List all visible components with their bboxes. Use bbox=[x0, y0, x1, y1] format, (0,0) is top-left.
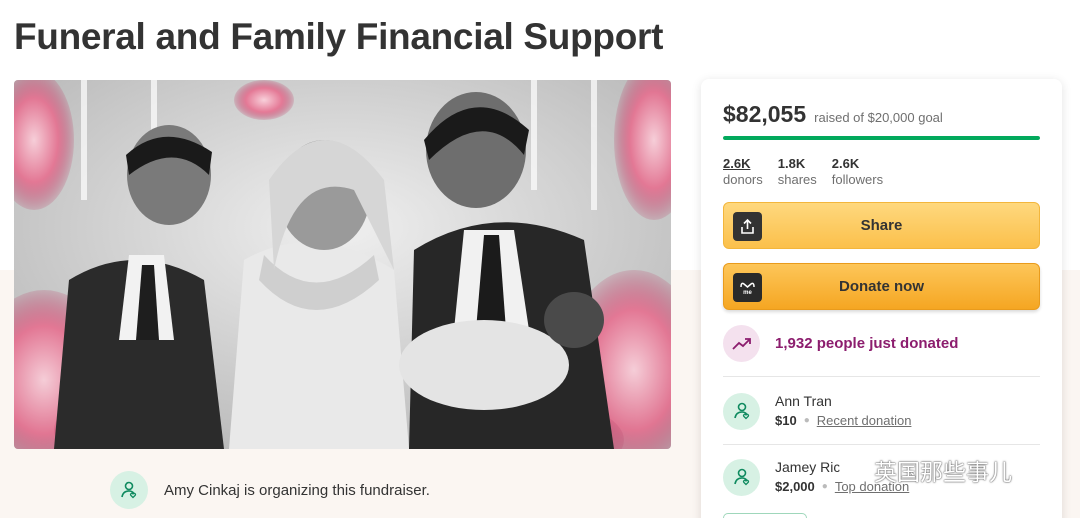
wechat-icon bbox=[839, 459, 867, 481]
separator-dot: ● bbox=[803, 415, 810, 426]
donor-avatar-icon bbox=[723, 458, 760, 496]
see-all-button[interactable] bbox=[723, 513, 807, 518]
stat-donors-label: donors bbox=[723, 172, 763, 187]
gofundme-logo-icon: me bbox=[733, 273, 762, 302]
user-heart-icon bbox=[121, 481, 137, 499]
stats-row: 2.6K donors 1.8K shares 2.6K followers bbox=[723, 156, 883, 188]
donate-now-button[interactable]: me Donate now bbox=[723, 263, 1040, 310]
watermark: 英国那些事儿 bbox=[838, 453, 1012, 487]
organizer-row: Amy Cinkaj is organizing this fundraiser… bbox=[110, 471, 430, 509]
stat-followers-label: followers bbox=[831, 172, 884, 187]
campaign-photo bbox=[14, 80, 671, 449]
share-icon bbox=[733, 212, 762, 241]
amount-row: $82,055 raised of $20,000 goal bbox=[723, 101, 943, 128]
stat-shares: 1.8K shares bbox=[778, 156, 817, 188]
stat-shares-label: shares bbox=[777, 172, 817, 187]
recent-donations-count: 1,932 people just donated bbox=[775, 335, 959, 352]
goal-text: raised of $20,000 goal bbox=[814, 110, 943, 125]
trending-up-icon bbox=[723, 325, 760, 362]
donation-amount: $10 bbox=[775, 413, 797, 428]
divider bbox=[723, 444, 1040, 445]
svg-text:me: me bbox=[743, 290, 752, 295]
donate-button-label: Donate now bbox=[839, 278, 924, 295]
amount-raised: $82,055 bbox=[723, 101, 807, 127]
stat-donors[interactable]: 2.6K donors bbox=[723, 156, 763, 188]
progress-bar bbox=[723, 136, 1040, 140]
recent-activity-row: 1,932 people just donated bbox=[723, 325, 958, 362]
stat-shares-value: 1.8K bbox=[777, 156, 806, 171]
divider bbox=[723, 376, 1040, 377]
donor-avatar-icon bbox=[723, 392, 760, 430]
organizer-avatar bbox=[110, 471, 148, 509]
donor-name: Ann Tran bbox=[775, 393, 832, 409]
watermark-text: 英国那些事儿 bbox=[874, 459, 1012, 485]
share-button-label: Share bbox=[860, 217, 903, 234]
donation-amount: $2,000 bbox=[775, 479, 815, 494]
donation-tag-link[interactable]: Recent donation bbox=[817, 412, 912, 430]
share-button[interactable]: Share bbox=[723, 202, 1040, 249]
progress-fill bbox=[723, 136, 1040, 140]
separator-dot: ● bbox=[821, 481, 828, 492]
stat-followers-value: 2.6K bbox=[831, 156, 860, 171]
donation-item: Ann Tran $10 ● Recent donation bbox=[723, 392, 911, 430]
page-title: Funeral and Family Financial Support bbox=[14, 16, 664, 57]
stat-followers: 2.6K followers bbox=[832, 156, 883, 188]
stat-donors-value[interactable]: 2.6K bbox=[723, 156, 763, 172]
organizer-text: Amy Cinkaj is organizing this fundraiser… bbox=[164, 481, 430, 499]
